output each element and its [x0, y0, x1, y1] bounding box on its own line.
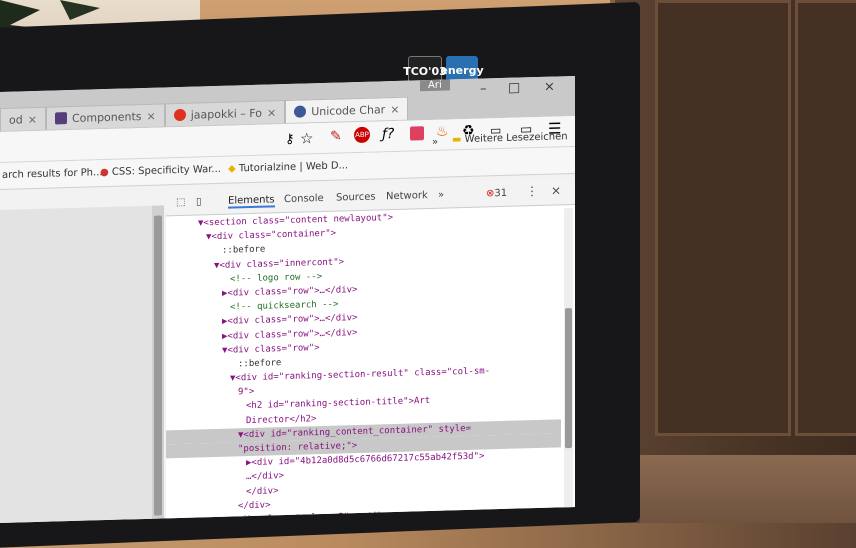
devtools-scrollbar[interactable]: [564, 207, 573, 519]
scrollbar-thumb[interactable]: [154, 215, 162, 516]
close-icon[interactable]: ×: [390, 102, 399, 115]
folder-icon: ▬: [452, 134, 465, 146]
eyedropper-icon[interactable]: ✎: [330, 128, 342, 144]
tab-label: Unicode Char: [311, 102, 386, 118]
tab-od[interactable]: od ×: [0, 106, 46, 131]
close-icon[interactable]: ×: [267, 106, 276, 119]
door-base: [640, 455, 856, 523]
star-icon[interactable]: ☆: [300, 129, 313, 147]
door-panel: [795, 0, 856, 436]
bookmark-item[interactable]: ● CSS: Specificity War...: [100, 164, 221, 178]
tab-label: od: [9, 112, 23, 127]
tab-jaapokki[interactable]: jaapokki – Fo ×: [164, 100, 286, 127]
close-window-button[interactable]: ×: [544, 80, 555, 95]
bookmark-item[interactable]: ◆ Tutorialzine | Web D...: [228, 160, 348, 174]
extension-icon[interactable]: [410, 126, 424, 141]
adblock-icon[interactable]: ABP: [354, 126, 370, 144]
bootstrap-icon: [54, 112, 67, 125]
device-icon[interactable]: ▯: [196, 196, 202, 207]
maximize-button[interactable]: □: [508, 80, 520, 95]
tutorialzine-icon: ◆: [228, 163, 239, 175]
tab-label: jaapokki – Fo: [190, 106, 262, 122]
minimize-button[interactable]: –: [480, 81, 487, 96]
elements-tree: ▼<section class="content newlayout"> ▼<di…: [166, 206, 561, 523]
profile-button[interactable]: Ari: [420, 79, 450, 92]
tab-console[interactable]: Console: [284, 193, 324, 205]
screen: od × Components × jaapokki – Fo × Unicod…: [0, 75, 575, 524]
facebook-icon: [294, 105, 307, 118]
function-icon[interactable]: ƒ?: [382, 126, 394, 142]
devtools-menu-icon[interactable]: ⋮: [526, 184, 538, 198]
bookmark-item[interactable]: arch results for Ph...: [2, 167, 103, 181]
tabs-overflow[interactable]: »: [438, 190, 444, 201]
close-icon[interactable]: ×: [147, 109, 156, 122]
facebook-icon: [173, 108, 186, 122]
devtools-close-icon[interactable]: ×: [551, 183, 561, 197]
devtools-panel: ⬚ ▯ Elements Console Sources Network » ⊗…: [166, 179, 575, 524]
scrollbar-thumb[interactable]: [565, 308, 572, 449]
page-content: [0, 205, 152, 524]
tab-unicode[interactable]: Unicode Char ×: [285, 96, 409, 124]
close-icon[interactable]: ×: [28, 112, 37, 125]
door-panel: [655, 0, 791, 436]
raspberry-icon: ●: [100, 166, 112, 179]
tab-network[interactable]: Network: [386, 190, 428, 202]
error-badge[interactable]: ⊗31: [486, 188, 507, 200]
tab-components[interactable]: Components ×: [45, 103, 165, 130]
key-icon[interactable]: ⚷: [285, 132, 295, 147]
tab-sources[interactable]: Sources: [336, 192, 376, 204]
bookmarks-overflow[interactable]: »: [432, 137, 438, 148]
wooden-door: [615, 0, 856, 523]
tab-elements[interactable]: Elements: [228, 194, 275, 209]
inspect-icon[interactable]: ⬚: [176, 197, 185, 208]
page-scrollbar[interactable]: [152, 205, 164, 524]
tab-label: Components: [71, 109, 142, 125]
